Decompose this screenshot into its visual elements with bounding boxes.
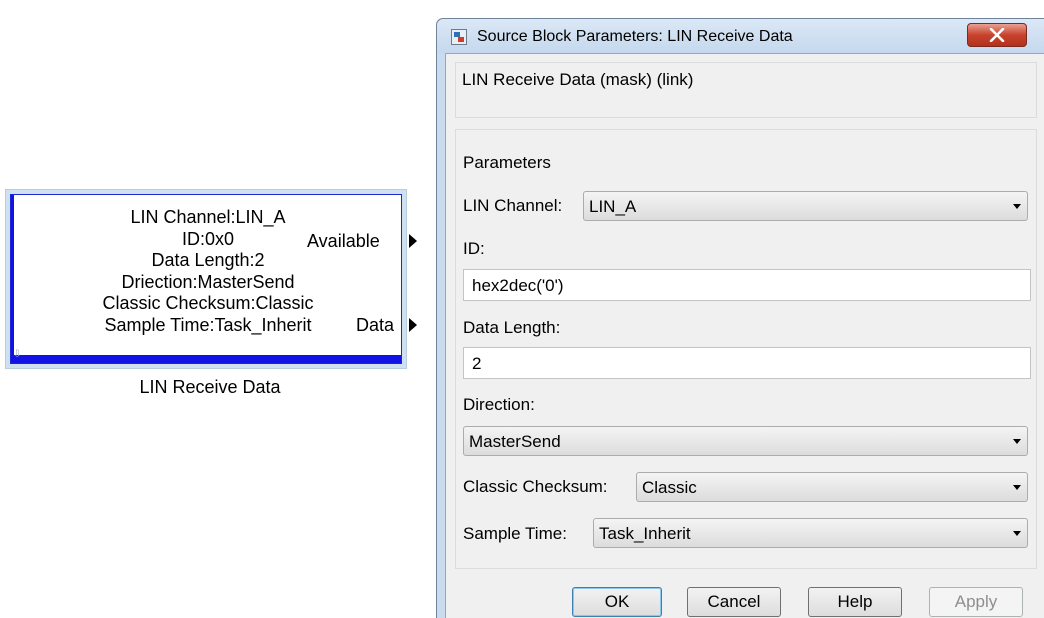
cancel-button[interactable]: Cancel	[687, 587, 781, 617]
block-line-direction: Driection:MasterSend	[121, 271, 295, 292]
classic-checksum-select[interactable]: Classic	[636, 472, 1028, 502]
dropdown-caret-icon	[1013, 204, 1021, 209]
lin-receive-data-block[interactable]: ⇩ LIN Channel:LIN_A ID:0x0 Data Length:2…	[10, 194, 402, 364]
lin-channel-label: LIN Channel:	[463, 196, 563, 215]
lin-channel-value: LIN_A	[589, 197, 637, 216]
data-length-input[interactable]: 2	[463, 347, 1031, 379]
block-parameters-dialog: Source Block Parameters: LIN Receive Dat…	[436, 18, 1044, 618]
port-label-data: Data	[356, 315, 395, 335]
block-caption[interactable]: LIN Receive Data	[100, 377, 320, 397]
lin-channel-select[interactable]: LIN_A	[583, 191, 1028, 221]
data-length-label: Data Length:	[463, 318, 561, 337]
dropdown-caret-icon	[1013, 531, 1021, 536]
classic-checksum-label: Classic Checksum:	[463, 477, 608, 496]
block-bottom-edge	[11, 355, 401, 363]
block-left-edge	[11, 195, 14, 363]
dialog-titlebar[interactable]: Source Block Parameters: LIN Receive Dat…	[437, 19, 1044, 53]
port-label-available: Available	[307, 231, 380, 251]
dialog-title: Source Block Parameters: LIN Receive Dat…	[477, 28, 793, 45]
block-mask-text: LIN Channel:LIN_A ID:0x0 Data Length:2 D…	[63, 207, 353, 337]
description-title: LIN Receive Data (mask) (link)	[462, 70, 694, 89]
block-line-checksum: Classic Checksum:Classic	[102, 293, 314, 314]
id-label: ID:	[463, 239, 485, 258]
block-resize-icon[interactable]: ⇩	[13, 350, 23, 360]
simulink-app-icon	[451, 29, 467, 45]
direction-label: Direction:	[463, 395, 535, 414]
close-x-icon	[989, 28, 1005, 42]
close-button[interactable]	[967, 23, 1027, 47]
apply-button[interactable]: Apply	[929, 587, 1023, 617]
description-group: LIN Receive Data (mask) (link)	[455, 62, 1037, 118]
direction-select[interactable]: MasterSend	[463, 426, 1028, 456]
sample-time-label: Sample Time:	[463, 524, 567, 543]
block-line-channel: LIN Channel:LIN_A	[130, 207, 286, 227]
output-port-arrow-icon[interactable]	[409, 234, 417, 248]
dropdown-caret-icon	[1013, 485, 1021, 490]
dropdown-caret-icon	[1013, 439, 1021, 444]
output-port-arrow-icon[interactable]	[409, 318, 417, 332]
direction-value: MasterSend	[469, 432, 561, 451]
sample-time-select[interactable]: Task_Inherit	[593, 518, 1028, 548]
classic-checksum-value: Classic	[642, 478, 697, 497]
id-input[interactable]: hex2dec('0')	[463, 269, 1031, 301]
block-line-data-length: Data Length:2	[151, 250, 265, 271]
data-length-value: 2	[472, 354, 482, 373]
id-value: hex2dec('0')	[472, 276, 564, 295]
dialog-client-area: LIN Receive Data (mask) (link) Parameter…	[445, 53, 1044, 618]
ok-button[interactable]: OK	[572, 587, 662, 617]
help-button[interactable]: Help	[808, 587, 902, 617]
block-line-sample-time: Sample Time:Task_Inherit	[104, 314, 312, 335]
sample-time-value: Task_Inherit	[599, 524, 691, 543]
parameters-legend: Parameters	[463, 153, 551, 172]
